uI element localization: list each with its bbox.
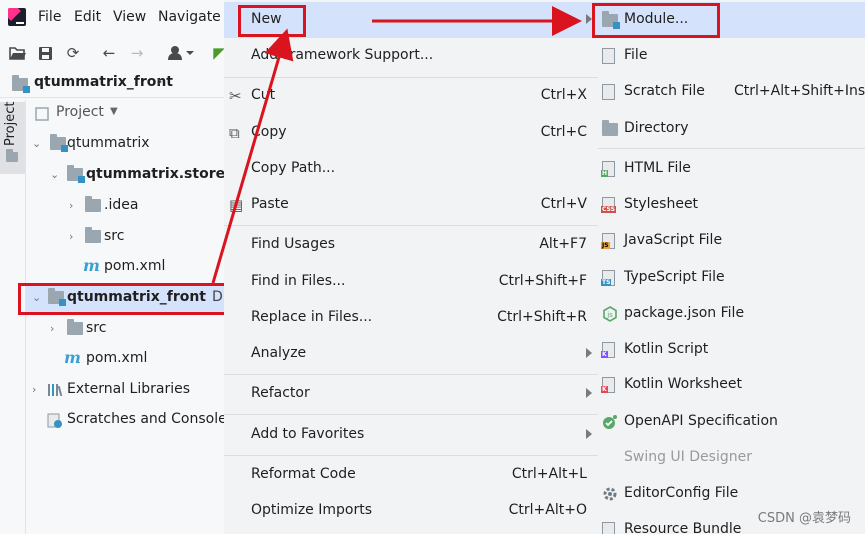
arrow-to-new [211, 28, 294, 284]
annotation-arrows [211, 6, 582, 284]
watermark: CSDN @袁梦码 [757, 511, 851, 526]
